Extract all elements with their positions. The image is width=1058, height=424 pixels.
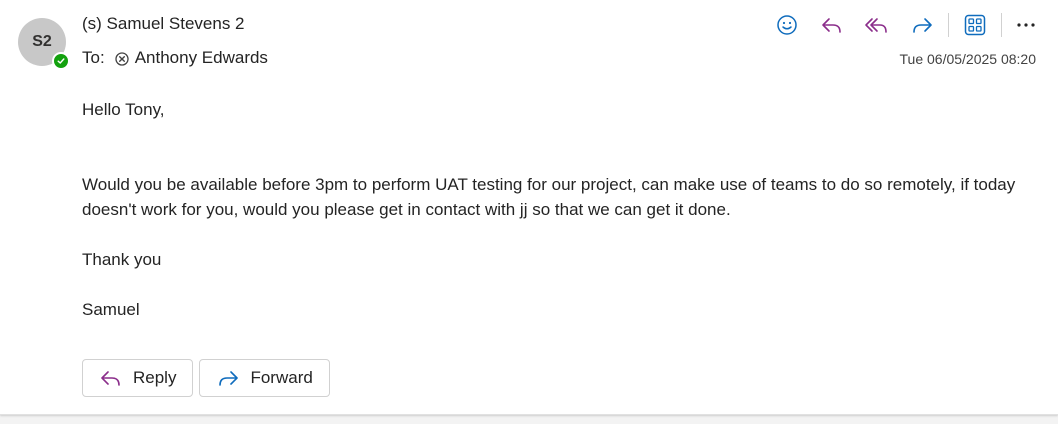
to-label: To: [82, 48, 105, 67]
sent-date: Tue 06/05/2025 08:20 [899, 51, 1037, 67]
forward-icon [219, 371, 239, 386]
body-thanks: Thank you [82, 250, 162, 269]
body-greeting: Hello Tony, [82, 100, 165, 119]
recipient-line: To: Anthony Edwards [82, 48, 268, 68]
forward-button-label: Forward [250, 368, 313, 387]
apps-icon[interactable] [961, 11, 989, 39]
toolbar-divider [948, 13, 949, 37]
more-icon[interactable] [1012, 11, 1040, 39]
email-reading-pane: S2 (s) Samuel Stevens 2 To: Anthony Edwa… [0, 0, 1058, 415]
body-signature: Samuel [82, 300, 140, 319]
message-toolbar [756, 10, 1040, 40]
reply-button[interactable]: Reply [82, 359, 194, 397]
quick-actions: Reply Forward [82, 359, 336, 397]
toolbar-divider [1001, 13, 1002, 37]
reply-all-icon[interactable] [863, 11, 891, 39]
body-paragraph: Would you be available before 3pm to per… [82, 175, 1016, 219]
avatar-initials: S2 [32, 33, 52, 50]
reply-button-label: Reply [133, 368, 177, 387]
presence-available-icon [52, 52, 70, 70]
reply-icon [101, 371, 120, 386]
reply-icon[interactable] [818, 11, 846, 39]
recipient-name[interactable]: Anthony Edwards [135, 48, 268, 68]
remove-recipient-icon[interactable] [115, 51, 129, 66]
forward-button[interactable]: Forward [199, 359, 330, 397]
message-body: Hello Tony, Would you be available befor… [82, 97, 1022, 322]
emoji-icon[interactable] [773, 11, 801, 39]
forward-icon[interactable] [908, 11, 936, 39]
sender-name[interactable]: (s) Samuel Stevens 2 [82, 14, 245, 34]
